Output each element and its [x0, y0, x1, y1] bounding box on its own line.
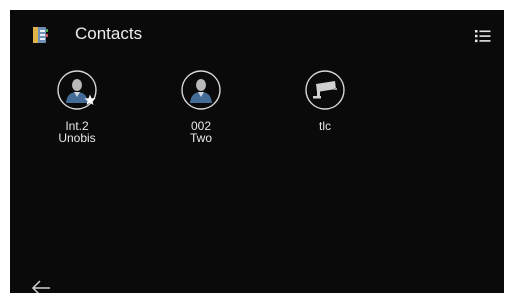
contact-name: Int.2 Unobis	[37, 120, 117, 144]
page-title: Contacts	[75, 24, 143, 43]
contact-name: 002 Two	[161, 120, 241, 144]
contact-grid: Int.2 Unobis 002 Two tlc	[10, 70, 504, 190]
contacts-screen: Contacts Int.2 Unobis 002 Two tlc	[10, 10, 504, 293]
address-book-icon	[33, 27, 48, 43]
contact-item[interactable]: Int.2 Unobis	[37, 70, 117, 160]
header-bar: Contacts	[10, 10, 504, 60]
contact-item[interactable]: 002 Two	[161, 70, 241, 160]
back-arrow-icon[interactable]	[30, 278, 52, 293]
contact-line-1: tlc	[319, 119, 331, 133]
contact-item[interactable]: tlc	[285, 70, 365, 160]
contact-name: tlc	[285, 120, 365, 132]
list-view-icon[interactable]	[474, 28, 492, 44]
person-icon	[181, 70, 221, 110]
camera-icon	[305, 70, 345, 110]
contact-line-2: Two	[189, 131, 212, 145]
star-icon	[84, 94, 96, 105]
contact-line-2: Unobis	[58, 131, 96, 145]
